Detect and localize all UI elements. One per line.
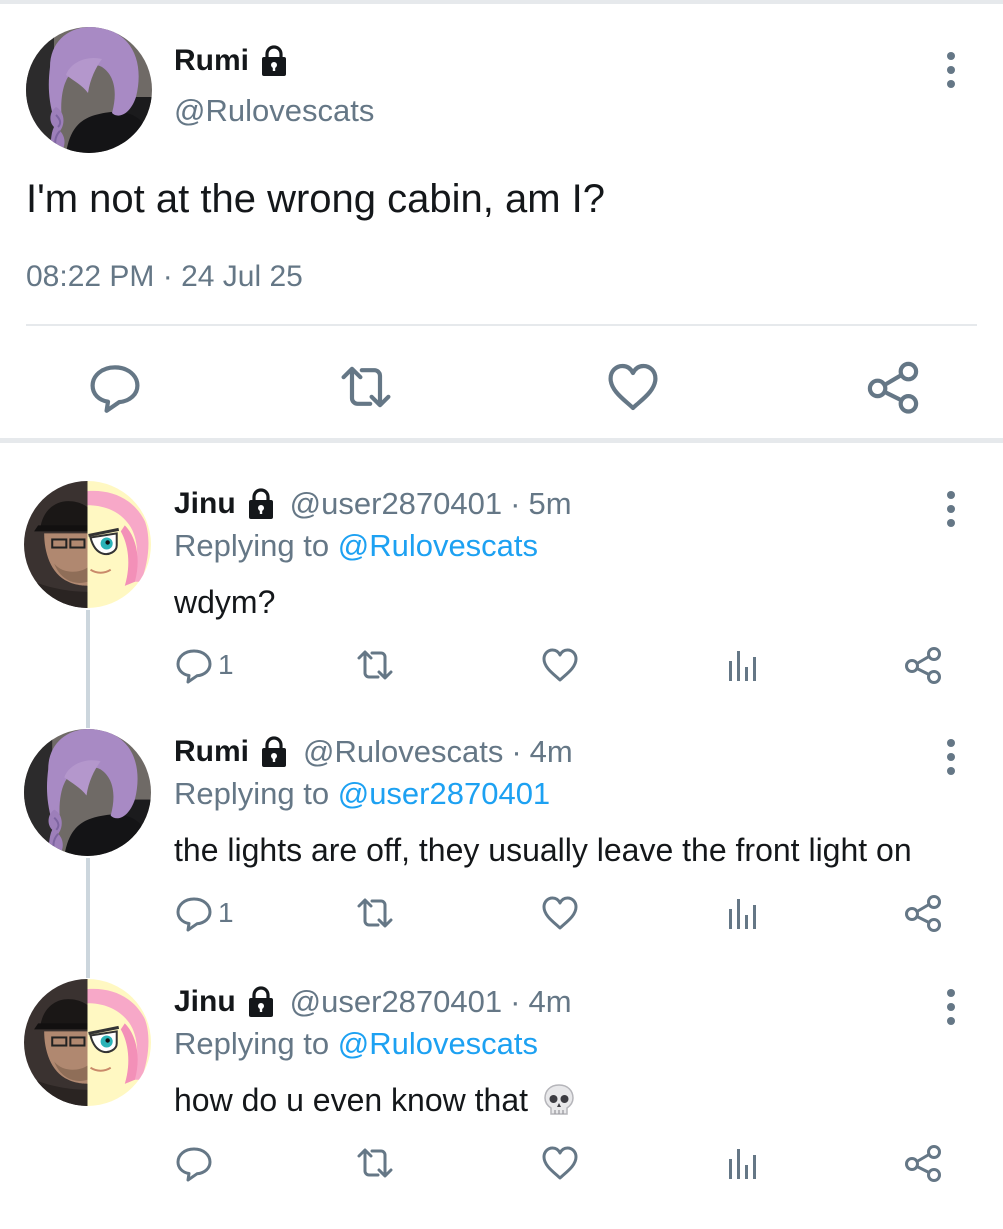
relative-time[interactable]: 4m <box>530 732 573 772</box>
reply-header: Rumi @Rulovescats · 4m <box>174 732 573 772</box>
tweet-text: wdym? <box>174 580 275 624</box>
like-icon[interactable] <box>540 1141 580 1185</box>
separator: · <box>510 984 521 1019</box>
share-icon[interactable] <box>865 359 921 415</box>
tweet-text: I'm not at the wrong cabin, am I? <box>26 177 606 221</box>
reply-button[interactable]: 1 <box>174 643 234 687</box>
separator: · <box>511 734 522 769</box>
replying-to: Replying to @user2870401 <box>174 774 550 814</box>
avatar[interactable] <box>24 979 151 1106</box>
replying-to: Replying to @Rulovescats <box>174 1024 538 1064</box>
reply-button[interactable]: 1 <box>174 891 234 935</box>
retweet-icon[interactable] <box>355 643 395 687</box>
display-name[interactable]: Jinu <box>174 982 236 1022</box>
more-options-icon[interactable] <box>936 487 966 531</box>
reply-icon[interactable] <box>174 893 214 933</box>
retweet-icon[interactable] <box>355 1141 395 1185</box>
mention-link[interactable]: @Rulovescats <box>338 528 538 563</box>
reply-count: 1 <box>218 649 234 680</box>
share-icon[interactable] <box>903 1141 943 1185</box>
tweet-text-content: how do u even know that <box>174 1082 529 1118</box>
user-handle[interactable]: @user2870401 <box>290 982 502 1022</box>
reply-icon[interactable] <box>87 359 143 415</box>
avatar[interactable] <box>24 481 151 608</box>
reply-header: Jinu @user2870401 · 4m <box>174 982 572 1022</box>
lock-icon <box>244 985 278 1019</box>
display-name[interactable]: Rumi <box>174 732 249 772</box>
avatar[interactable] <box>26 27 152 153</box>
lock-icon <box>244 487 278 521</box>
user-handle[interactable]: @user2870401 <box>290 484 502 524</box>
like-icon[interactable] <box>605 359 661 415</box>
user-handle[interactable]: @Rulovescats <box>303 732 503 772</box>
more-options-icon[interactable] <box>936 735 966 779</box>
retweet-icon[interactable] <box>355 891 395 935</box>
like-icon[interactable] <box>540 891 580 935</box>
relative-time[interactable]: 5m <box>528 484 571 524</box>
tweet-actions <box>0 359 1003 415</box>
display-name[interactable]: Rumi <box>174 41 291 81</box>
replying-to-label: Replying to <box>174 528 330 563</box>
reply-header: Jinu @user2870401 · 5m <box>174 484 572 524</box>
replying-to-label: Replying to <box>174 776 330 811</box>
mention-link[interactable]: @user2870401 <box>338 776 550 811</box>
divider <box>26 324 977 326</box>
separator: · <box>510 486 521 521</box>
main-tweet: Rumi @Rulovescats I'm not at the wrong c… <box>0 4 1003 444</box>
tweet-actions: 1 <box>0 891 1003 935</box>
share-icon[interactable] <box>903 643 943 687</box>
replying-to: Replying to @Rulovescats <box>174 526 538 566</box>
share-icon[interactable] <box>903 891 943 935</box>
like-icon[interactable] <box>540 643 580 687</box>
reply-button[interactable] <box>174 1141 218 1185</box>
mention-link[interactable]: @Rulovescats <box>338 1026 538 1061</box>
tweet-actions: 1 <box>0 643 1003 687</box>
display-name[interactable]: Jinu <box>174 484 236 524</box>
tweet-timestamp[interactable]: 08:22 PM · 24 Jul 25 <box>26 257 303 297</box>
reply-icon[interactable] <box>174 1143 214 1183</box>
tweet-text-content: the lights are off, they usually leave t… <box>174 832 912 868</box>
reply-count: 1 <box>218 897 234 928</box>
tweet-actions <box>0 1141 1003 1185</box>
reply-tweet: Jinu @user2870401 · 5m Replying to @Rulo… <box>0 481 1003 731</box>
analytics-icon[interactable] <box>722 1141 762 1185</box>
replying-to-label: Replying to <box>174 1026 330 1061</box>
analytics-icon[interactable] <box>722 643 762 687</box>
lock-icon <box>257 735 291 769</box>
reply-tweet: Rumi @Rulovescats · 4m Replying to @user… <box>0 729 1003 979</box>
lock-icon <box>257 44 291 78</box>
skull-emoji-icon <box>540 1081 578 1119</box>
more-options-icon[interactable] <box>936 985 966 1029</box>
tweet-text: the lights are off, they usually leave t… <box>174 828 912 872</box>
tweet-text-content: wdym? <box>174 584 276 620</box>
reply-tweet: Jinu @user2870401 · 4m Replying to @Rulo… <box>0 979 1003 1229</box>
tweet-text: how do u even know that <box>174 1078 578 1122</box>
analytics-icon[interactable] <box>722 891 762 935</box>
display-name-text[interactable]: Rumi <box>174 41 249 81</box>
section-divider <box>0 438 1003 443</box>
user-handle[interactable]: @Rulovescats <box>174 91 374 131</box>
reply-icon[interactable] <box>174 645 214 685</box>
retweet-icon[interactable] <box>338 359 394 415</box>
avatar[interactable] <box>24 729 151 856</box>
relative-time[interactable]: 4m <box>528 982 571 1022</box>
more-options-icon[interactable] <box>936 48 966 92</box>
